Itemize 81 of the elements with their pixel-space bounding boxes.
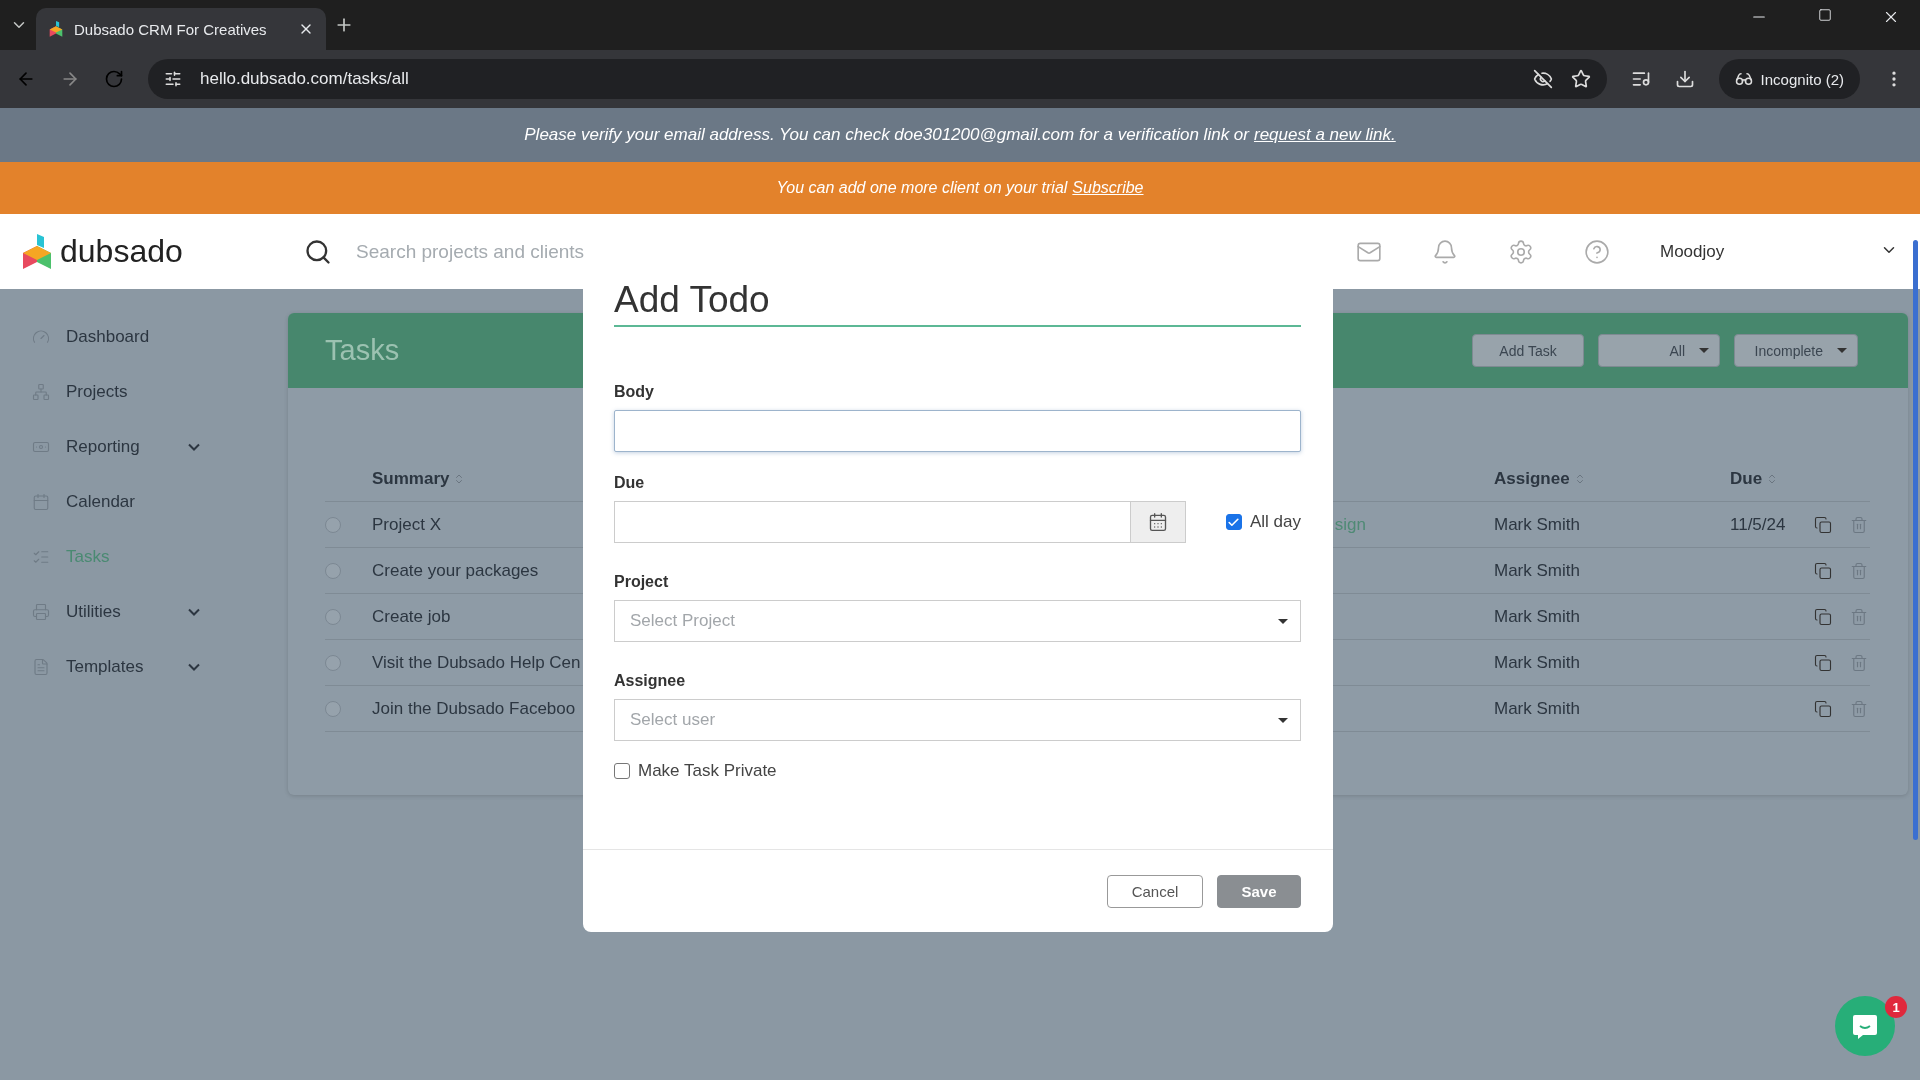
site-info-icon[interactable]: [164, 70, 182, 88]
table-cell: sign: [1334, 514, 1366, 535]
complete-toggle[interactable]: [325, 654, 341, 671]
favicon-icon: [48, 20, 64, 38]
copy-icon[interactable]: [1814, 607, 1832, 626]
table-cell: Mark Smith: [1494, 606, 1580, 627]
sidebar-item[interactable]: Dashboard: [0, 309, 288, 364]
notification-badge: 1: [1885, 996, 1907, 1018]
scrollbar[interactable]: [1913, 240, 1918, 840]
body-field[interactable]: [614, 410, 1301, 452]
filter-dropdown[interactable]: All: [1598, 334, 1720, 367]
chat-button[interactable]: [1835, 996, 1895, 1056]
browser-tab[interactable]: Dubsado CRM For Creatives: [36, 8, 326, 50]
chat-icon: [1851, 1012, 1879, 1040]
sidebar-item[interactable]: Projects: [0, 364, 288, 419]
due-date-field[interactable]: [614, 501, 1186, 543]
logo-text: dubsado: [60, 233, 183, 270]
table-cell: Project X: [372, 514, 441, 535]
search-icon: [304, 237, 332, 266]
banner-text: Please verify your email address. You can check doe301200@gmail.com for a verification link or: [524, 125, 1249, 145]
user-name[interactable]: Moodjoy: [1660, 241, 1880, 262]
star-icon[interactable]: [1570, 69, 1591, 89]
all-day-checkbox[interactable]: All day: [1225, 512, 1301, 532]
copy-icon[interactable]: [1814, 653, 1832, 672]
document-icon: [32, 657, 50, 676]
printer-icon: [32, 602, 50, 621]
table-cell: Mark Smith: [1494, 652, 1580, 673]
private-checkbox[interactable]: Make Task Private: [614, 761, 777, 781]
field-label: Due: [614, 474, 646, 492]
copy-icon[interactable]: [1814, 561, 1832, 580]
calendar-icon: [1147, 512, 1168, 532]
add-task-button[interactable]: Add Task: [1472, 334, 1584, 367]
project-select[interactable]: Select Project: [614, 600, 1301, 642]
media-icon[interactable]: [1630, 69, 1651, 89]
page-title: Tasks: [325, 334, 401, 367]
incognito-icon: [1734, 70, 1753, 88]
complete-toggle[interactable]: [325, 562, 341, 579]
incognito-button[interactable]: Incognito (2): [1718, 59, 1860, 99]
table-cell: Mark Smith: [1494, 514, 1580, 535]
calendar-button[interactable]: [1129, 502, 1185, 542]
banner-text: You can add one more client on your trial: [776, 179, 1068, 197]
gauge-icon: [32, 327, 50, 346]
table-cell: Create your packages: [372, 560, 539, 581]
complete-toggle[interactable]: [325, 700, 341, 717]
sidebar-item[interactable]: Calendar: [0, 474, 288, 529]
check-icon: [1227, 515, 1241, 529]
dialog-title: Add Todo: [614, 279, 1301, 327]
table-cell: Mark Smith: [1494, 560, 1580, 581]
sidebar-item[interactable]: Reporting: [0, 419, 288, 474]
table-cell: Mark Smith: [1494, 698, 1580, 719]
chevron-down-icon: [188, 607, 200, 616]
download-icon[interactable]: [1674, 69, 1695, 89]
complete-toggle[interactable]: [325, 608, 341, 625]
field-label: Assignee: [614, 672, 687, 690]
table-cell: Visit the Dubsado Help Cen: [372, 652, 581, 673]
calendar-icon: [32, 492, 50, 511]
cancel-button[interactable]: Cancel: [1107, 874, 1203, 908]
copy-icon[interactable]: [1814, 515, 1832, 534]
restore-icon[interactable]: [1818, 8, 1832, 22]
sidebar-item[interactable]: Templates: [0, 639, 288, 694]
table-cell: 11/5/24: [1730, 514, 1786, 535]
sidebar-item[interactable]: Utilities: [0, 584, 288, 639]
logo-icon: [22, 231, 52, 272]
eye-off-icon[interactable]: [1532, 69, 1553, 89]
copy-icon[interactable]: [1814, 699, 1832, 718]
table-cell: Create job: [372, 606, 451, 627]
column-header[interactable]: Summary: [372, 468, 466, 489]
field-label: Project: [614, 573, 670, 591]
assignee-select[interactable]: Select user: [614, 699, 1301, 741]
column-header[interactable]: Due: [1730, 468, 1779, 489]
column-header[interactable]: Assignee: [1494, 468, 1586, 489]
field-label: Body: [614, 383, 655, 401]
filter-dropdown[interactable]: Incomplete: [1734, 334, 1858, 367]
table-cell: Join the Dubsado Faceboo: [372, 698, 576, 719]
network-icon: [32, 382, 50, 401]
save-button[interactable]: Save: [1217, 874, 1301, 908]
banner-link[interactable]: Subscribe: [1072, 179, 1144, 197]
chevron-down-icon: [188, 442, 200, 451]
banner-link[interactable]: request a new link.: [1253, 125, 1396, 145]
complete-toggle[interactable]: [325, 516, 341, 533]
chevron-down-icon: [188, 662, 200, 671]
